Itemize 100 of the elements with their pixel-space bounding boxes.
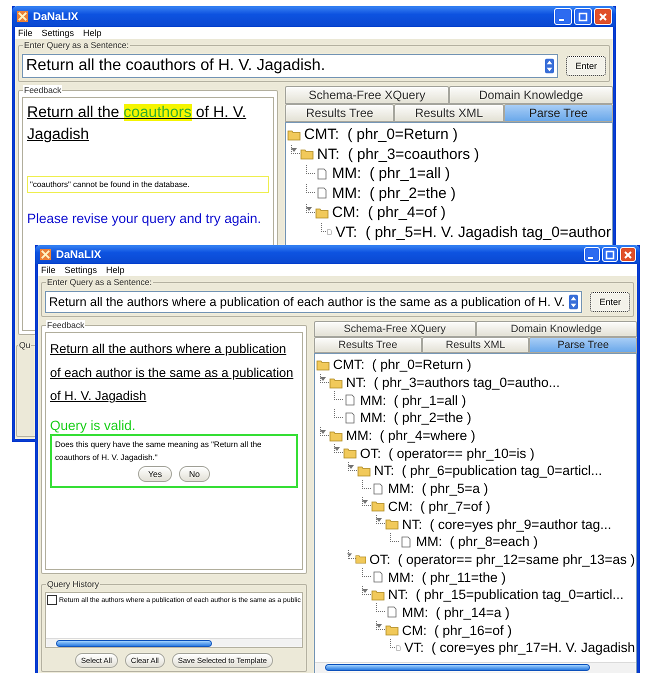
tree-node[interactable]: MM: ( phr_2=the ) [360,410,472,426]
folder-icon [354,553,366,566]
spinner-icon[interactable] [569,294,578,310]
tree-node[interactable]: MM: ( phr_14=a ) [402,604,510,620]
tab[interactable]: Parse Tree [504,104,613,122]
window-title: DaNaLIX [56,248,102,260]
minimize-button[interactable] [554,8,572,25]
close-button[interactable] [620,247,636,262]
horizontal-scrollbar[interactable] [315,662,636,673]
folder-icon [300,148,314,160]
maximize-button[interactable] [602,247,618,262]
tree-node[interactable]: MM: ( phr_8=each ) [416,534,538,550]
menu-item[interactable]: File [41,265,56,275]
enter-button[interactable]: Enter [566,56,606,76]
feedback-sentence: Return all the authors where a publication of each author is the same as a publication of H. V. Jagadish [50,340,294,405]
tab[interactable]: Results Tree [314,337,422,353]
folder-icon [371,500,385,512]
tree-node[interactable]: CM: ( phr_4=of ) [332,204,446,222]
folder-icon [371,588,385,601]
tree-line [306,184,315,194]
group-label: Query History [46,579,100,589]
tree-node[interactable]: MM: ( phr_11=the ) [388,570,506,585]
feedback-sentence: Return all the coauthors of H. V. Jagadish [27,103,248,145]
checkbox[interactable] [47,595,57,605]
folder-icon [315,206,329,219]
tree-node[interactable]: NT: ( phr_15=publication tag_0=articl... [388,587,624,602]
group-label: Feedback [23,85,62,95]
folder-icon [329,430,343,442]
tree-node[interactable]: OT: ( operator== phr_12=same phr_13=as ) [369,552,635,567]
toggle-icon[interactable] [362,588,368,594]
tree-node[interactable]: MM: ( phr_2=the ) [332,184,456,202]
answer-button[interactable]: Yes [138,466,172,482]
tree-node[interactable]: CMT: ( phr_0=Return ) [333,357,472,372]
group-label: Enter Query as a Sentence: [46,277,153,287]
query-field[interactable]: Return all the authors where a publication of each author is the same as a publication of H. V. [45,291,582,313]
tree-node[interactable]: MM: ( phr_1=all ) [332,165,450,182]
tree-line [362,568,371,578]
folder-icon [385,624,399,636]
folder-icon [316,358,330,371]
toggle-icon[interactable] [376,517,382,524]
toggle-icon[interactable] [376,623,382,630]
tree-node[interactable]: NT: ( phr_3=coauthors ) [317,146,480,163]
tree-line [362,480,371,489]
tree-node[interactable]: MM: ( phr_5=a ) [388,481,488,496]
tree-node[interactable]: MM: ( phr_4=where ) [346,428,476,444]
tree-node[interactable]: CMT: ( phr_0=Return ) [304,126,458,144]
tree-node[interactable]: CM: ( phr_7=of ) [388,498,490,514]
tab[interactable]: Results XML [394,104,504,122]
tab[interactable]: Results XML [422,337,530,353]
menu-item[interactable]: File [18,28,33,38]
tree-node[interactable]: MM: ( phr_1=all ) [360,392,466,408]
file-icon [315,168,329,180]
folder-icon [357,464,371,477]
group-label: Feedback [46,320,86,330]
file-icon [385,606,399,618]
minimize-button[interactable] [584,247,600,262]
toggle-icon[interactable] [320,428,326,435]
tree-node[interactable]: OT: ( operator== phr_10=is ) [360,446,534,461]
confirm-question: Does this query have the same meaning as "Return all the coauthors of H. V. Jagadish." [55,438,263,464]
tab[interactable]: Domain Knowledge [449,86,613,104]
minimize-icon [588,256,593,258]
toggle-icon[interactable] [348,464,354,470]
horizontal-scrollbar[interactable] [46,638,302,647]
tree-node[interactable]: NT: ( phr_6=publication tag_0=articl... [374,463,602,478]
tab[interactable]: Domain Knowledge [476,321,637,337]
close-button[interactable] [594,8,612,25]
tree-node[interactable]: VT: ( phr_5=H. V. Jagadish tag_0=author [336,224,611,241]
tree-line [306,164,315,174]
file-icon [343,412,357,424]
toggle-icon[interactable] [362,499,368,506]
tree-node[interactable]: CM: ( phr_16=of ) [402,622,512,638]
tab[interactable]: Results Tree [285,104,394,122]
file-icon [399,536,413,548]
maximize-button[interactable] [574,8,592,25]
menu-item[interactable]: Settings [42,28,74,38]
tree-line [334,391,343,400]
minimize-icon [559,18,564,20]
query-field[interactable]: Return all the coauthors of H. V. Jagadish. [22,54,558,78]
toggle-icon[interactable] [334,446,340,452]
enter-button[interactable]: Enter [590,292,630,312]
tab[interactable]: Schema-Free XQuery [285,86,449,104]
menu-item[interactable]: Help [83,28,102,38]
tree-node[interactable]: VT: ( core=yes phr_17=H. V. Jagadish [404,640,635,656]
tree-node[interactable]: NT: ( core=yes phr_9=author tag... [402,516,612,532]
tab[interactable]: Parse Tree [529,337,638,353]
spinner-icon[interactable] [545,58,554,74]
toggle-icon[interactable] [320,376,326,382]
close-icon [623,250,633,260]
toggle-icon[interactable] [346,552,352,558]
tree-node[interactable]: NT: ( phr_3=authors tag_0=autho... [346,375,560,390]
menu-item[interactable]: Settings [64,265,98,275]
tab[interactable]: Schema-Free XQuery [314,321,476,337]
toggle-icon[interactable] [291,147,297,154]
toggle-icon[interactable] [306,206,312,212]
folder-icon [343,447,357,460]
answer-button[interactable]: No [179,466,210,482]
status-message: Please revise your query and try again. [27,211,262,226]
app-icon [39,248,52,261]
menu-item[interactable]: Help [106,265,125,275]
tree-line [390,638,395,648]
